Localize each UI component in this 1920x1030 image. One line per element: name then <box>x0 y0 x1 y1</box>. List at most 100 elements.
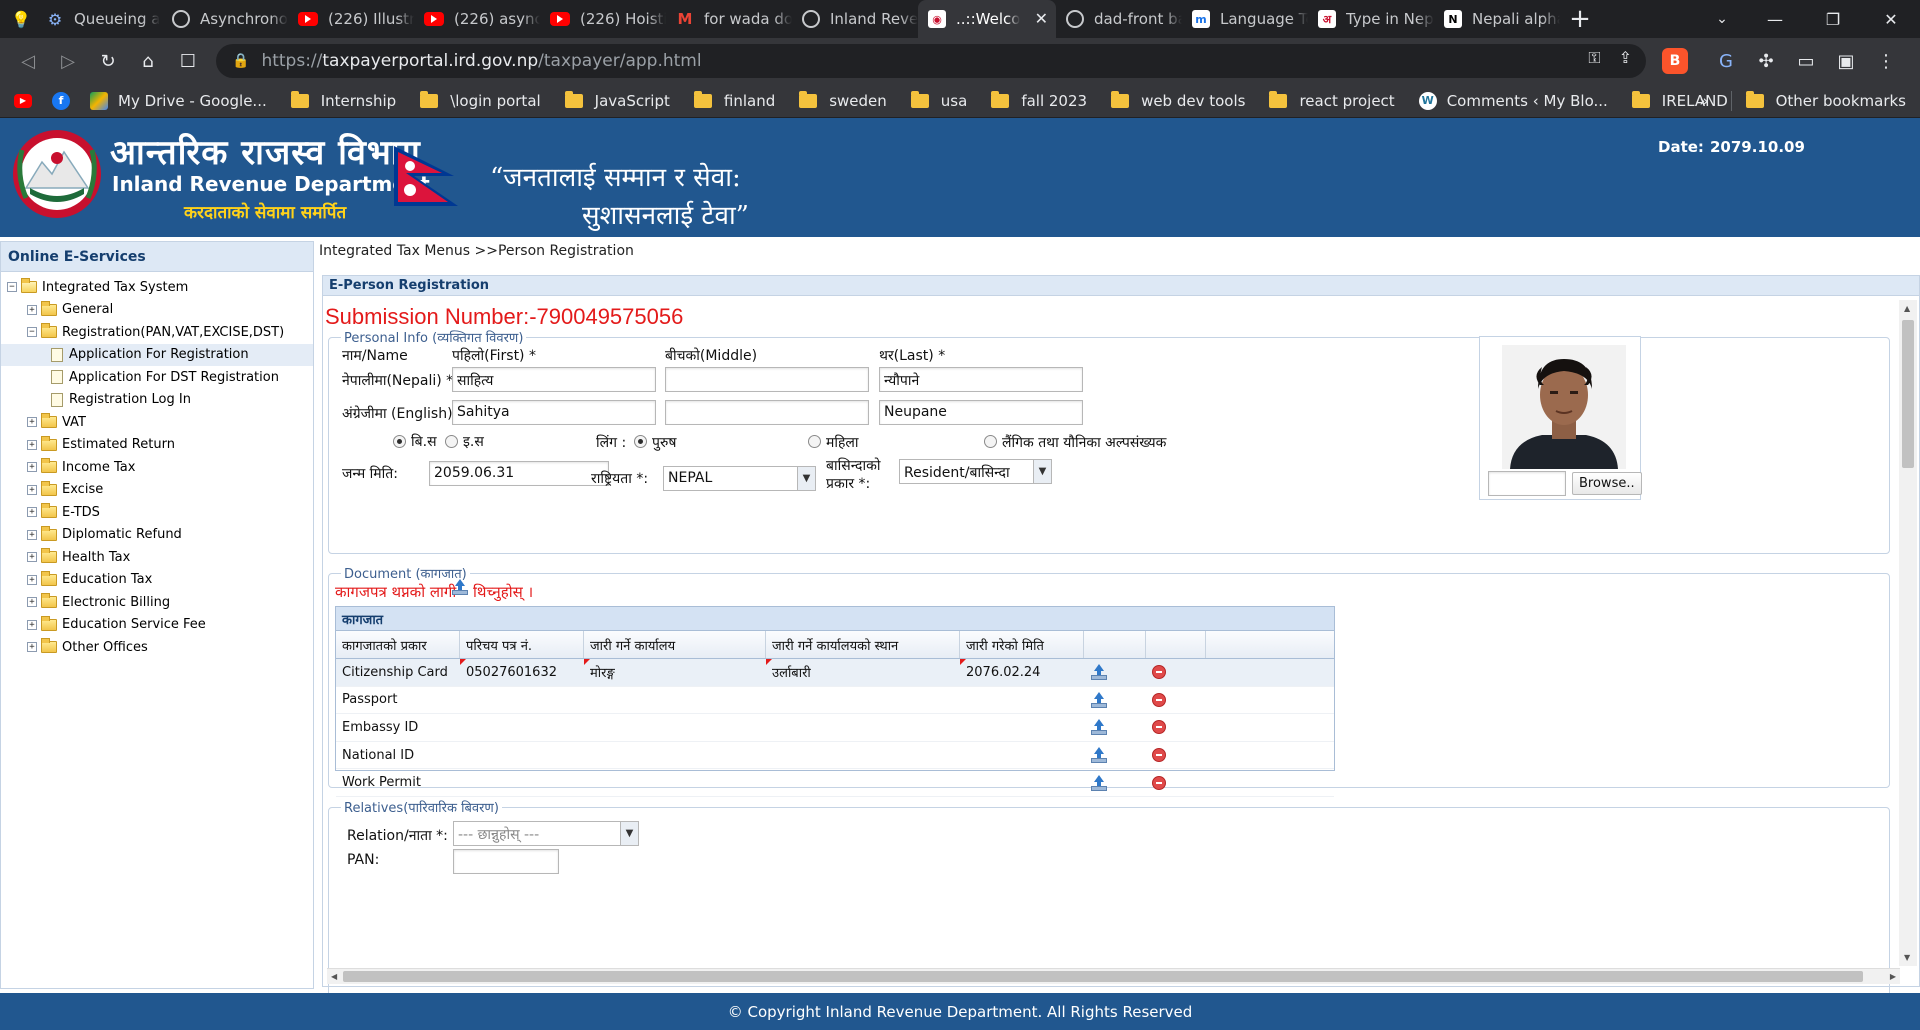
scroll-thumb[interactable] <box>1902 320 1914 468</box>
collapse-icon[interactable]: − <box>7 282 17 293</box>
delete-icon[interactable] <box>1152 665 1166 680</box>
wallet-icon[interactable]: ▣ <box>1826 41 1866 81</box>
delete-icon[interactable] <box>1152 748 1166 763</box>
scroll-left-icon[interactable]: ◀ <box>331 972 337 981</box>
sidebar-item[interactable]: + E-TDS <box>1 501 313 524</box>
expand-icon[interactable]: + <box>27 619 37 630</box>
bookmark-item[interactable]: JavaScript <box>564 90 670 110</box>
table-row[interactable]: Passport <box>336 687 1334 715</box>
grid-cell-type[interactable]: Citizenship Card <box>336 659 460 686</box>
middle-name-nepali-input[interactable] <box>665 367 869 392</box>
sidebar-item[interactable]: + Other Offices <box>1 636 313 659</box>
sidebar-toggle-icon[interactable]: ▭ <box>1786 41 1826 81</box>
expand-icon[interactable]: + <box>27 439 37 450</box>
expand-icon[interactable]: + <box>27 552 37 563</box>
collapse-icon[interactable]: − <box>27 327 37 338</box>
key-icon[interactable]: ⚿ <box>1588 48 1600 68</box>
extensions-icon[interactable]: ✣ <box>1746 41 1786 81</box>
relative-pan-input[interactable] <box>453 849 559 874</box>
upload-icon[interactable] <box>1090 664 1108 681</box>
browser-tab[interactable]: (226) Hoistin <box>540 0 666 38</box>
browser-tab[interactable]: (226) Illustra <box>288 0 414 38</box>
browser-tab[interactable]: Mfor wada do <box>666 0 792 38</box>
horizontal-scrollbar[interactable]: ◀ ▶ <box>327 968 1900 984</box>
expand-icon[interactable]: + <box>27 462 37 473</box>
tree-root[interactable]: − Integrated Tax System <box>1 276 313 299</box>
close-window-icon[interactable]: ✕ <box>1862 0 1920 38</box>
grid-cell-office[interactable] <box>584 769 766 796</box>
browser-tab[interactable]: dad-front ba <box>1056 0 1182 38</box>
scroll-thumb[interactable] <box>343 971 1863 982</box>
expand-icon[interactable]: + <box>27 507 37 518</box>
sidebar-item[interactable]: + VAT <box>1 411 313 434</box>
sidebar-item[interactable]: − Registration(PAN,VAT,EXCISE,DST) <box>1 321 313 344</box>
bookmark-item[interactable]: My Drive - Google... <box>90 91 267 110</box>
grid-cell-date[interactable] <box>960 742 1084 769</box>
expand-icon[interactable]: + <box>27 304 37 315</box>
residency-select[interactable]: Resident/बासिन्दा ▼ <box>899 459 1052 484</box>
new-tab-button[interactable]: + <box>1560 0 1600 38</box>
other-bookmarks[interactable]: Other bookmarks <box>1745 91 1906 110</box>
table-row[interactable]: Embassy ID <box>336 714 1334 742</box>
bookmark-item[interactable]: Internship <box>290 90 396 110</box>
first-name-english-input[interactable]: Sahitya <box>452 400 656 425</box>
bookmark-item[interactable]: web dev tools <box>1111 90 1245 110</box>
sidebar-item[interactable]: + Health Tax <box>1 546 313 569</box>
back-button[interactable]: ◁ <box>8 41 48 81</box>
table-row[interactable]: Work Permit <box>336 769 1334 797</box>
home-button[interactable]: ⌂ <box>128 41 168 81</box>
sidebar-item[interactable]: + Estimated Return <box>1 434 313 457</box>
tab-search-button[interactable]: 💡 <box>0 0 36 38</box>
middle-name-english-input[interactable] <box>665 400 869 425</box>
expand-icon[interactable]: + <box>27 574 37 585</box>
bookmark-item[interactable]: finland <box>693 90 775 110</box>
sidebar-item[interactable]: + General <box>1 299 313 322</box>
bookmark-item[interactable]: W Comments ‹ My Blo... <box>1418 91 1608 110</box>
share-icon[interactable]: ⇪ <box>1619 48 1632 68</box>
scroll-down-icon[interactable]: ▼ <box>1904 953 1910 962</box>
upload-icon[interactable] <box>1090 747 1108 764</box>
scroll-right-icon[interactable]: ▶ <box>1890 972 1896 981</box>
scroll-up-icon[interactable]: ▲ <box>1904 304 1910 313</box>
dob-input[interactable]: 2059.06.31 <box>429 461 609 486</box>
grid-cell-date[interactable]: 2076.02.24 <box>960 659 1084 686</box>
calendar-bs-radio[interactable] <box>393 435 406 448</box>
browser-tab[interactable]: अ Type in Nep <box>1308 0 1434 38</box>
tab-search-dropdown[interactable]: ⌄ <box>1702 0 1742 38</box>
expand-icon[interactable]: + <box>27 529 37 540</box>
grid-cell-date[interactable] <box>960 687 1084 714</box>
delete-icon[interactable] <box>1152 692 1166 707</box>
first-name-nepali-input[interactable]: साहित्य <box>452 367 656 392</box>
sidebar-item[interactable]: + Income Tax <box>1 456 313 479</box>
upload-icon[interactable] <box>1090 774 1108 791</box>
bookmark-item[interactable]: f <box>52 91 80 110</box>
sidebar-item[interactable]: + Education Service Fee <box>1 614 313 637</box>
grid-cell-date[interactable] <box>960 714 1084 741</box>
grid-cell-location[interactable]: उर्लाबारी <box>766 659 960 686</box>
sidebar-item[interactable]: Application For Registration <box>1 343 313 366</box>
last-name-nepali-input[interactable]: न्यौपाने <box>879 367 1083 392</box>
photo-file-input[interactable] <box>1488 471 1566 496</box>
grid-cell-office[interactable] <box>584 714 766 741</box>
translate-icon[interactable]: G <box>1706 41 1746 81</box>
browser-tab[interactable]: (226) asynch <box>414 0 540 38</box>
browser-tab[interactable]: Inland Rever <box>792 0 918 38</box>
grid-cell-date[interactable] <box>960 769 1084 796</box>
grid-cell-office[interactable] <box>584 742 766 769</box>
browser-tab[interactable]: ◉ ..::Welco ✕ <box>918 0 1056 38</box>
gender-male-radio[interactable] <box>634 435 647 448</box>
close-tab-icon[interactable]: ✕ <box>1035 9 1048 28</box>
grid-cell-office[interactable] <box>584 687 766 714</box>
table-row[interactable]: Citizenship Card 05027601632 मोरङ्ग उर्लाबा… <box>336 659 1334 687</box>
attach-document-link[interactable]: थिच्नुहोस् । <box>473 582 533 602</box>
gender-female-radio[interactable] <box>808 435 821 448</box>
expand-icon[interactable]: + <box>27 642 37 653</box>
minimize-icon[interactable]: — <box>1746 0 1804 38</box>
bookmark-item[interactable]: ▶ <box>14 93 42 108</box>
restore-icon[interactable]: ❐ <box>1804 0 1862 38</box>
expand-icon[interactable]: + <box>27 597 37 608</box>
sidebar-item[interactable]: + Excise <box>1 479 313 502</box>
delete-icon[interactable] <box>1152 720 1166 735</box>
grid-cell-id[interactable] <box>460 687 584 714</box>
grid-cell-location[interactable] <box>766 687 960 714</box>
